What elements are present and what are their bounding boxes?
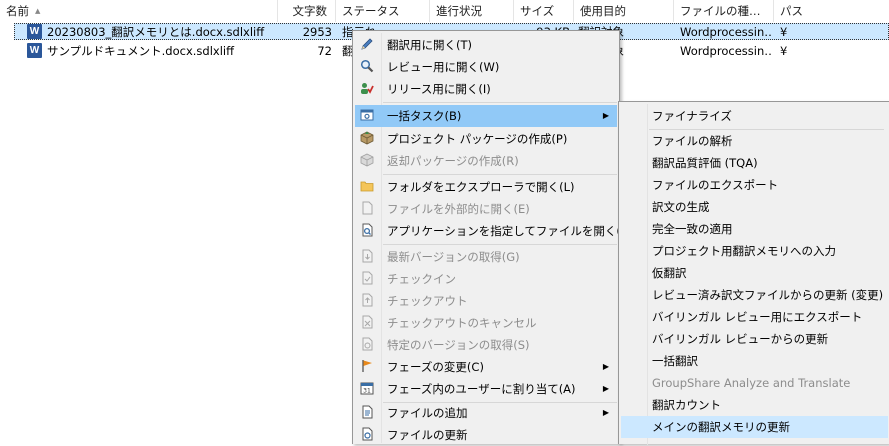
flag-icon	[359, 359, 375, 375]
context-menu: 翻訳用に開く(T) レビュー用に開く(W) リリース用に開く(I) 一括タスク(…	[352, 30, 637, 446]
column-header-progress[interactable]: 進行状況	[430, 0, 514, 22]
file-name: 20230803_翻訳メモリとは.docx.sdlxliff	[47, 25, 265, 39]
file-list-header: 名前 ▲ 文字数 ステータス 進行状況 サイズ 使用目的 ファイルの種… パス	[0, 0, 889, 22]
menu-item-checkin[interactable]: チェックイン	[355, 268, 617, 290]
batch-tasks-icon	[359, 108, 375, 124]
column-header-filetype[interactable]: ファイルの種…	[674, 0, 774, 22]
submenu-item-generate-target[interactable]: 訳文の生成	[621, 196, 888, 218]
file-type: Wordprocessin…	[680, 25, 772, 39]
submenu-item-update-main-tm[interactable]: メインの翻訳メモリの更新	[621, 416, 888, 438]
menu-item-get-latest-version[interactable]: 最新バージョンの取得(G)	[355, 246, 617, 268]
menu-item-open-release[interactable]: リリース用に開く(I)	[355, 78, 617, 100]
submenu-item-export-bilingual-review[interactable]: バイリンガル レビュー用にエクスポート	[621, 306, 888, 328]
pencil-icon	[359, 37, 375, 53]
file-path: ¥	[780, 25, 788, 39]
folder-icon	[359, 179, 375, 195]
submenu-item-finalize[interactable]: ファイナライズ	[621, 105, 888, 127]
file-path: ¥	[780, 44, 788, 58]
open-with-icon	[359, 223, 375, 239]
submenu-item-pretranslate[interactable]: 仮翻訳	[621, 262, 888, 284]
external-file-icon	[359, 201, 375, 217]
file-type: Wordprocessin…	[680, 44, 772, 58]
menu-item-get-specific-version[interactable]: 特定のバージョンの取得(S)	[355, 334, 617, 356]
submenu-item-tqa[interactable]: 翻訳品質評価 (TQA)	[621, 152, 888, 174]
submenu-item-update-from-bilingual-review[interactable]: バイリンガル レビューからの更新	[621, 328, 888, 350]
submenu-item-apply-perfect-match[interactable]: 完全一致の適用	[621, 218, 888, 240]
menu-item-create-return-package[interactable]: 返却パッケージの作成(R)	[355, 150, 617, 172]
calendar-icon: 31	[359, 381, 375, 397]
submenu-arrow-icon: ▶	[602, 408, 609, 417]
add-file-icon	[359, 405, 375, 421]
svg-text:31: 31	[363, 388, 371, 395]
column-header-words[interactable]: 文字数	[278, 0, 336, 22]
checkout-icon	[359, 293, 375, 309]
file-name: サンプルドキュメント.docx.sdlxliff	[47, 44, 235, 58]
menu-item-open-with-application[interactable]: アプリケーションを指定してファイルを開く(W)	[355, 220, 637, 242]
menu-item-add-files[interactable]: ファイルの追加 ▶	[355, 402, 617, 424]
column-header-status[interactable]: ステータス	[336, 0, 430, 22]
submenu-item-translation-count[interactable]: 翻訳カウント	[621, 394, 888, 416]
word-file-icon: W	[27, 24, 42, 39]
submenu-arrow-icon: ▶	[602, 362, 609, 371]
checkin-icon	[359, 271, 375, 287]
approve-icon	[359, 81, 375, 97]
submenu-arrow-icon: ▶	[602, 384, 609, 393]
latest-version-icon	[359, 249, 375, 265]
menu-item-open-folder-explorer[interactable]: フォルダをエクスプローラで開く(L)	[355, 176, 617, 198]
batch-tasks-submenu: ファイナライズ ファイルの解析 翻訳品質評価 (TQA) ファイルのエクスポート…	[618, 101, 889, 445]
file-words: 2953	[302, 25, 332, 39]
submenu-item-analyze-files[interactable]: ファイルの解析	[621, 130, 888, 152]
column-header-name[interactable]: 名前 ▲	[0, 0, 278, 22]
column-header-size[interactable]: サイズ	[514, 0, 574, 22]
menu-item-open-externally[interactable]: ファイルを外部的に開く(E)	[355, 198, 617, 220]
sort-ascending-icon: ▲	[35, 7, 41, 15]
menu-item-open-review[interactable]: レビュー用に開く(W)	[355, 56, 617, 78]
submenu-item-populate-project-tm[interactable]: プロジェクト用翻訳メモリへの入力	[621, 240, 888, 262]
cancel-checkout-icon	[359, 315, 375, 331]
file-words: 72	[317, 44, 332, 58]
word-file-icon: W	[27, 43, 42, 58]
submenu-item-batch-translate[interactable]: 一括翻訳	[621, 350, 888, 372]
submenu-item-update-from-reviewed-target[interactable]: レビュー済み訳文ファイルからの更新 (変更)	[621, 284, 888, 306]
menu-item-cancel-checkout[interactable]: チェックアウトのキャンセル	[355, 312, 617, 334]
menu-item-open-translation[interactable]: 翻訳用に開く(T)	[355, 34, 617, 56]
submenu-item-groupshare-analyze-translate[interactable]: GroupShare Analyze and Translate	[621, 372, 888, 394]
submenu-item-export-files[interactable]: ファイルのエクスポート	[621, 174, 888, 196]
menu-item-update-files[interactable]: ファイルの更新	[355, 424, 617, 446]
column-header-purpose[interactable]: 使用目的	[574, 0, 674, 22]
specific-version-icon	[359, 337, 375, 353]
menu-item-change-phase[interactable]: フェーズの変更(C) ▶	[355, 356, 617, 378]
package-icon	[359, 131, 375, 147]
menu-item-checkout[interactable]: チェックアウト	[355, 290, 617, 312]
column-header-path[interactable]: パス	[774, 0, 889, 22]
menu-item-create-package[interactable]: プロジェクト パッケージの作成(P)	[355, 128, 617, 150]
return-package-icon	[359, 153, 375, 169]
menu-item-assign-phase-users[interactable]: 31 フェーズ内のユーザーに割り当て(A) ▶	[355, 378, 617, 400]
update-file-icon	[359, 427, 375, 443]
magnifier-icon	[359, 59, 375, 75]
submenu-arrow-icon: ▶	[602, 111, 609, 120]
menu-item-batch-tasks[interactable]: 一括タスク(B) ▶	[355, 105, 617, 127]
